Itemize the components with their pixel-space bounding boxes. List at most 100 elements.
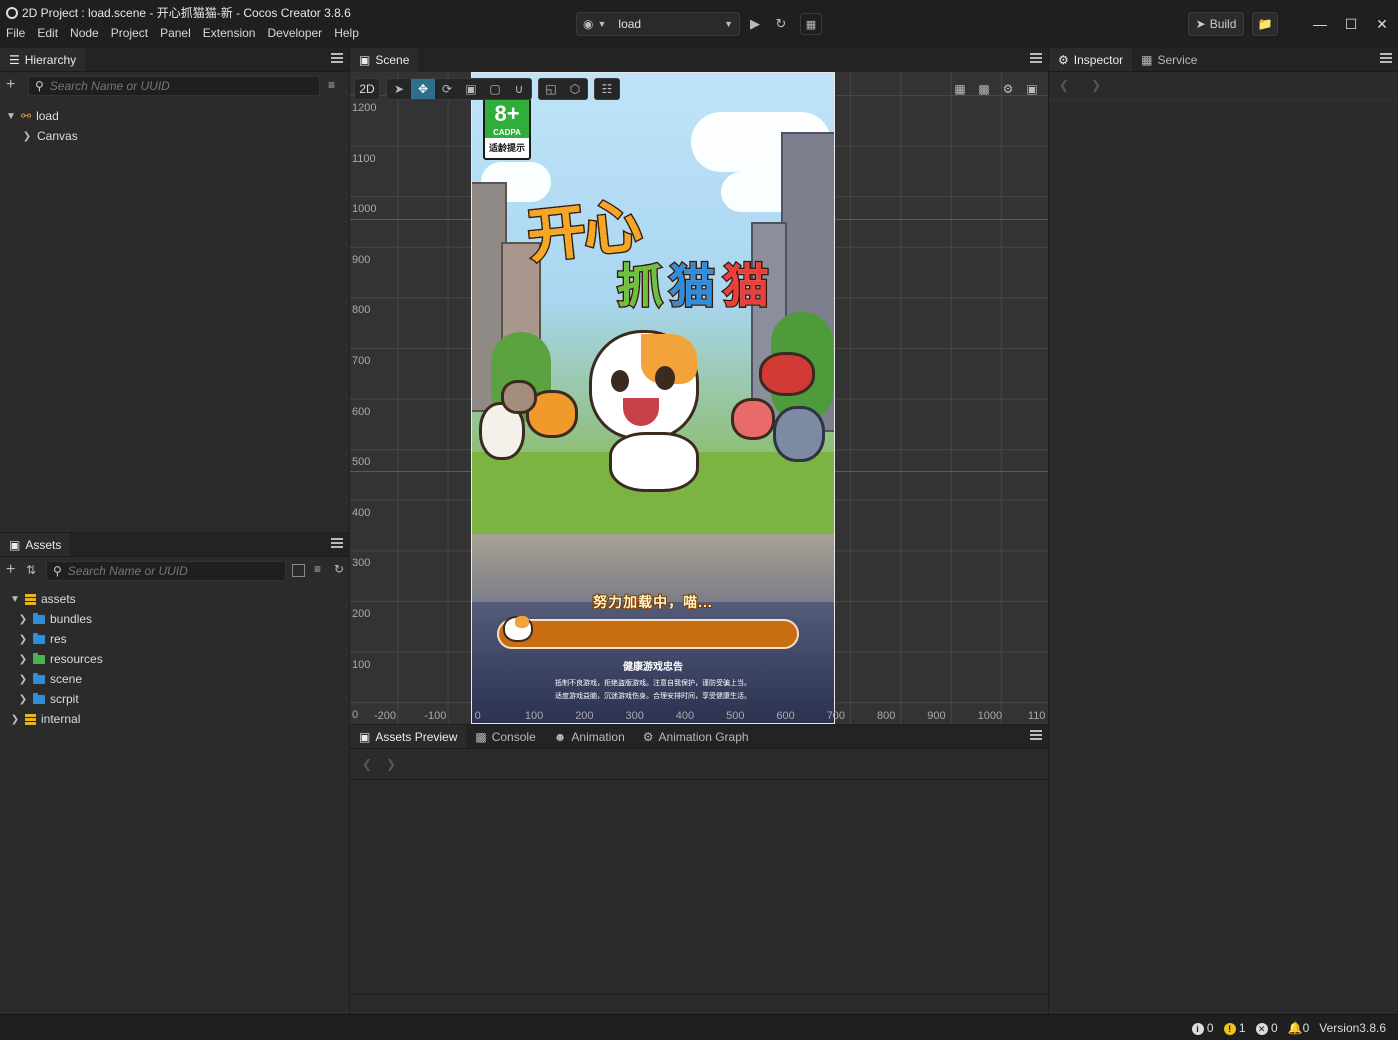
chevron-right-icon[interactable]: ❯	[18, 654, 28, 665]
asset-item-assets[interactable]: ▼ assets	[0, 589, 349, 609]
2d-mode-toggle[interactable]: 2D	[354, 78, 380, 100]
x-tick-label: 110	[1027, 710, 1046, 722]
assets-search-input[interactable]: ⚲ Search Name or UUID	[46, 561, 286, 581]
snap-tool-button[interactable]: ∪	[507, 79, 531, 99]
asset-item-bundles[interactable]: ❯ bundles	[0, 609, 349, 629]
folder-icon	[33, 652, 45, 664]
asset-item-label: resources	[50, 652, 103, 666]
asset-item-scrpit[interactable]: ❯ scrpit	[0, 689, 349, 709]
scene-menu-icon[interactable]	[1030, 53, 1042, 63]
gizmo-button[interactable]: ▣	[1020, 79, 1044, 99]
hierarchy-search-input[interactable]: ⚲ Search Name or UUID	[28, 76, 320, 96]
add-asset-icon[interactable]: +	[6, 561, 15, 579]
tree-item-canvas[interactable]: ❯ Canvas	[22, 126, 78, 146]
play-button[interactable]: ▶	[744, 13, 766, 35]
forward-icon[interactable]: ❯	[386, 757, 396, 771]
chevron-right-icon[interactable]: ❯	[18, 634, 28, 645]
scene-select[interactable]: ◉ ▼ load ▼	[576, 12, 740, 36]
y-tick-label: 1000	[352, 203, 377, 216]
inspector-menu-icon[interactable]	[1380, 53, 1392, 63]
settings-button[interactable]: ⚙	[996, 79, 1020, 99]
resolution-button[interactable]: ▦	[948, 79, 972, 99]
asset-item-res[interactable]: ❯ res	[0, 629, 349, 649]
select-tool-button[interactable]: ➤	[387, 79, 411, 99]
menu-panel[interactable]: Panel	[160, 26, 191, 40]
hierarchy-menu-icon[interactable]	[331, 53, 343, 63]
asset-item-label: res	[50, 632, 67, 646]
align-button[interactable]: ☷	[595, 79, 619, 99]
tree-item-load[interactable]: ▼ ⚯ load	[6, 106, 59, 126]
tab-service[interactable]: ▦ Service	[1132, 48, 1206, 71]
menu-edit[interactable]: Edit	[37, 26, 58, 40]
error-status[interactable]: ✕ 0	[1255, 1021, 1278, 1035]
menu-help[interactable]: Help	[334, 26, 359, 40]
menu-bar: File Edit Node Project Panel Extension D…	[6, 26, 359, 40]
tab-console[interactable]: ▩ Console	[466, 725, 544, 748]
tab-animation[interactable]: ☻ Animation	[545, 725, 634, 748]
error-icon: ✕	[1255, 1023, 1268, 1035]
filter-checkbox[interactable]	[292, 564, 305, 577]
tree-item-label: load	[36, 109, 59, 123]
refresh-icon[interactable]: ↻	[334, 562, 344, 576]
tab-animation-graph[interactable]: ⚙ Animation Graph	[634, 725, 758, 748]
open-folder-button[interactable]: 📁	[1252, 12, 1278, 36]
chevron-down-icon: ▼	[597, 19, 607, 29]
health-notice-line: 适度游戏益脑，沉迷游戏伤身。合理安排时间，享受健康生活。	[555, 693, 751, 700]
hierarchy-search-placeholder: Search Name or UUID	[49, 79, 170, 93]
asset-item-label: scrpit	[50, 692, 79, 706]
chevron-right-icon[interactable]: ❯	[10, 714, 20, 725]
qr-preview-button[interactable]: ▦	[800, 13, 822, 35]
minimize-button[interactable]: —	[1310, 14, 1330, 34]
rect-tool-button[interactable]: ▢	[483, 79, 507, 99]
chevron-right-icon[interactable]: ❯	[18, 694, 28, 705]
menu-file[interactable]: File	[6, 26, 25, 40]
build-button[interactable]: ➤ Build	[1188, 12, 1244, 36]
asset-item-label: assets	[41, 592, 76, 606]
back-icon[interactable]: ❮	[362, 757, 372, 771]
forward-icon[interactable]: ❯	[1091, 78, 1101, 92]
close-button[interactable]: ✕	[1372, 14, 1392, 34]
x-tick-label: 300	[625, 710, 644, 722]
maximize-button[interactable]: ☐	[1341, 14, 1361, 34]
menu-extension[interactable]: Extension	[203, 26, 256, 40]
asset-item-internal[interactable]: ❯ internal	[0, 709, 349, 729]
tab-assets[interactable]: ▣ Assets	[0, 533, 71, 556]
tab-inspector[interactable]: ⚙ Inspector	[1049, 48, 1133, 71]
bottom-menu-icon[interactable]	[1030, 730, 1042, 740]
chevron-right-icon[interactable]: ❯	[18, 614, 28, 625]
notification-status[interactable]: 🔔0	[1288, 1021, 1310, 1035]
tab-scene-label: Scene	[375, 53, 410, 67]
scale-tool-button[interactable]: ▣	[459, 79, 483, 99]
refresh-button[interactable]: ↻	[770, 13, 792, 35]
tab-assets-preview[interactable]: ▣ Assets Preview	[350, 725, 467, 748]
tab-hierarchy[interactable]: ☰ Hierarchy	[0, 48, 86, 71]
menu-developer[interactable]: Developer	[267, 26, 322, 40]
add-node-icon[interactable]: +	[6, 76, 15, 94]
local-global-button[interactable]: ⬡	[563, 79, 587, 99]
asset-item-resources[interactable]: ❯ resources	[0, 649, 349, 669]
chevron-right-icon[interactable]: ❯	[18, 674, 28, 685]
chevron-down-icon[interactable]: ▼	[6, 111, 16, 122]
warning-status[interactable]: ! 1	[1223, 1021, 1246, 1035]
menu-project[interactable]: Project	[111, 26, 148, 40]
layers-icon: ☰	[9, 52, 20, 67]
chevron-down-icon[interactable]: ▼	[10, 594, 20, 605]
back-icon[interactable]: ❮	[1059, 78, 1069, 92]
menu-node[interactable]: Node	[70, 26, 99, 40]
move-tool-button[interactable]: ✥	[411, 79, 435, 99]
assets-menu-icon[interactable]	[331, 538, 343, 548]
scene-viewport[interactable]: 8+ CADPA 适龄提示 开心 抓 猫 猫 努力加载中，喵... 健康游戏忠告…	[350, 72, 1048, 724]
tab-animation-label: Animation	[571, 729, 625, 744]
align-icon: ☷	[601, 82, 613, 96]
info-status[interactable]: i 0	[1191, 1021, 1214, 1035]
camera-button[interactable]: ▩	[972, 79, 996, 99]
rotate-tool-button[interactable]: ⟳	[435, 79, 459, 99]
pivot-button[interactable]: ◱	[539, 79, 563, 99]
asset-item-scene[interactable]: ❯ scene	[0, 669, 349, 689]
chevron-right-icon[interactable]: ❯	[22, 131, 32, 142]
list-view-icon[interactable]: ≡	[314, 562, 321, 576]
tab-scene[interactable]: ▣ Scene	[350, 48, 419, 72]
sort-icon[interactable]: ⇅	[26, 563, 36, 577]
collapse-all-icon[interactable]: ≡	[328, 78, 335, 92]
game-logo-char: 抓	[616, 259, 665, 314]
